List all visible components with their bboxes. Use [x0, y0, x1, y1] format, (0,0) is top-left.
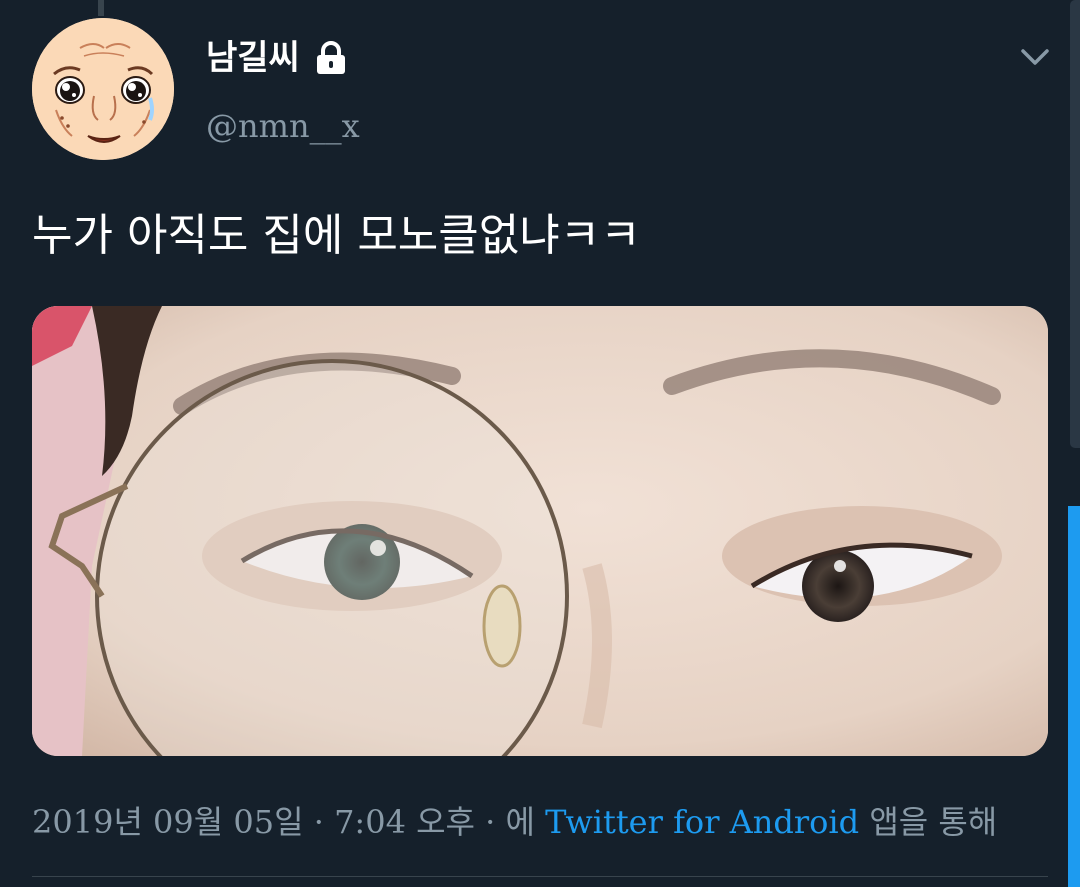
divider	[32, 876, 1048, 877]
tweet-text: 누가 아직도 집에 모노클없냐ㅋㅋ	[32, 210, 641, 261]
source-app-link[interactable]: Twitter for Android	[545, 803, 859, 841]
tweet-time: 7:04 오후	[334, 803, 475, 841]
via-suffix: 앱을 통해	[869, 803, 998, 841]
via-prefix: 에	[505, 803, 535, 841]
lock-icon	[314, 40, 348, 76]
avatar-image	[32, 18, 174, 160]
scrollbar-thumb[interactable]	[1068, 506, 1080, 887]
tweet-meta: 2019년 09월 05일 · 7:04 오후 · 에 Twitter for …	[32, 800, 997, 844]
photo-image	[32, 306, 1048, 756]
tweet-photo[interactable]	[32, 306, 1048, 756]
meta-separator: ·	[313, 803, 324, 841]
thread-connector-line	[98, 0, 104, 16]
author-handle[interactable]: @nmn__x	[206, 106, 360, 146]
author-display-name-row[interactable]: 남길씨	[206, 36, 348, 80]
scrollbar-track[interactable]	[1070, 0, 1080, 448]
avatar[interactable]	[32, 18, 174, 160]
tweet-date: 2019년 09월 05일	[32, 803, 304, 841]
chevron-down-icon[interactable]	[1018, 40, 1052, 74]
author-display-name[interactable]: 남길씨	[206, 36, 300, 80]
meta-separator: ·	[485, 803, 496, 841]
